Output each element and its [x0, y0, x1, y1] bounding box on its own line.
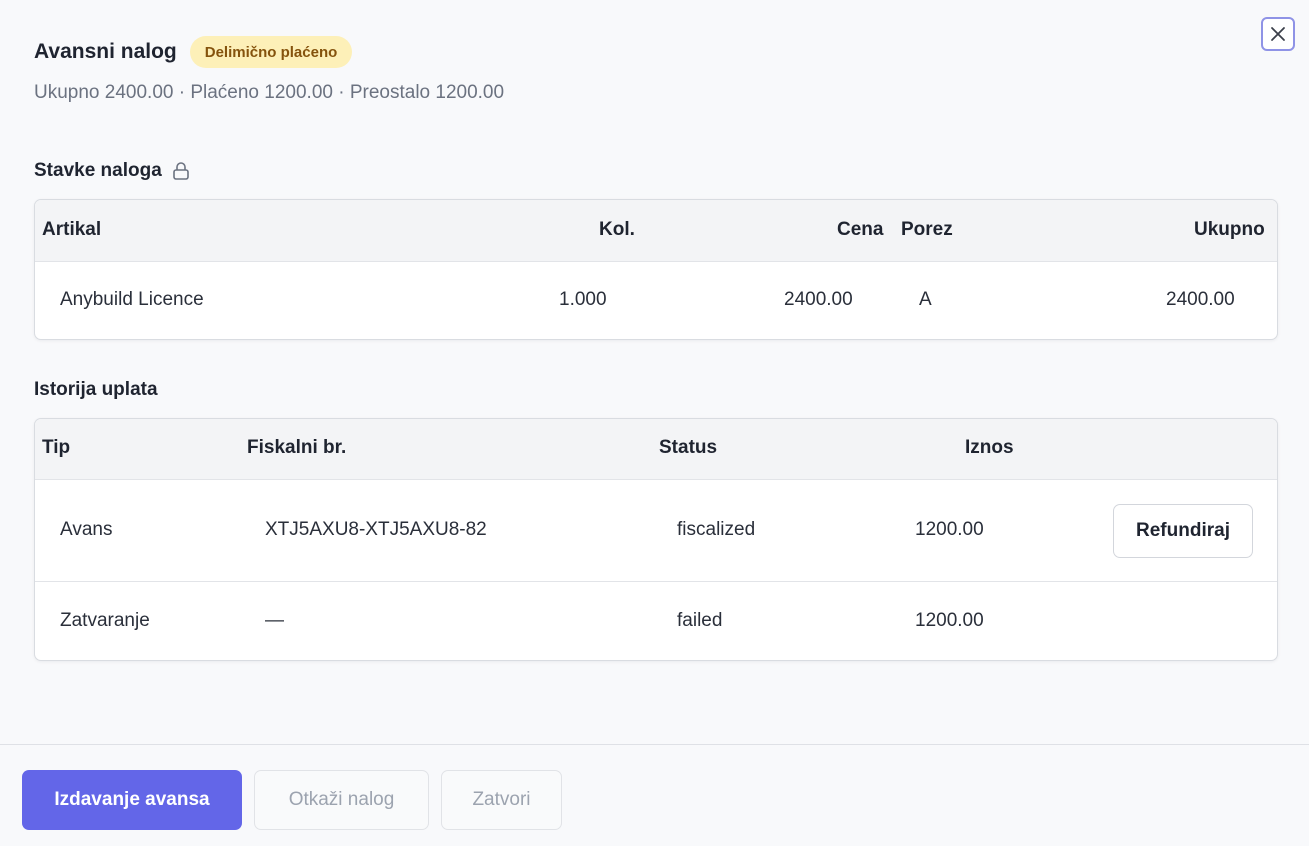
cell-status: failed	[677, 610, 723, 631]
table-row: Zatvaranje — failed 1200.00	[35, 582, 1277, 660]
col-total: Ukupno	[1194, 219, 1265, 240]
col-status: Status	[659, 437, 718, 458]
cell-amount: 1200.00	[915, 610, 984, 631]
cell-total: 2400.00	[1166, 289, 1235, 310]
payments-section-title: Istorija uplata	[34, 379, 158, 401]
items-table-header: Artikal Kol. Cena Porez Ukupno	[35, 200, 1277, 262]
cell-tax: A	[919, 289, 932, 310]
payments-table-header: Tip Fiskalni br. Status Iznos	[35, 419, 1277, 480]
close-dialog-button[interactable]: Zatvori	[441, 770, 562, 830]
payment-summary: Ukupno 2400.00 · Plaćeno 1200.00 · Preos…	[34, 82, 505, 103]
cell-type: Zatvaranje	[60, 610, 150, 631]
cell-fiscal-no: XTJ5AXU8-XTJ5AXU8-82	[265, 519, 487, 540]
cell-price: 2400.00	[784, 289, 853, 310]
table-row: Avans XTJ5AXU8-XTJ5AXU8-82 fiscalized 12…	[35, 480, 1277, 582]
close-icon	[1271, 27, 1285, 41]
close-button[interactable]	[1261, 17, 1295, 51]
cell-article: Anybuild Licence	[60, 289, 204, 310]
advance-order-dialog: Avansni nalog Delimično plaćeno Ukupno 2…	[0, 0, 1309, 846]
items-section-title: Stavke naloga	[34, 160, 190, 182]
cell-type: Avans	[60, 519, 113, 540]
col-tax: Porez	[901, 219, 953, 240]
dialog-footer: Izdavanje avansa Otkaži nalog Zatvori	[0, 744, 1309, 846]
payments-section-label: Istorija uplata	[34, 379, 158, 400]
lock-icon	[172, 161, 190, 181]
items-section-label: Stavke naloga	[34, 160, 162, 181]
cell-qty: 1.000	[559, 289, 607, 310]
col-qty: Kol.	[599, 219, 635, 240]
refund-button[interactable]: Refundiraj	[1113, 504, 1253, 558]
items-table: Artikal Kol. Cena Porez Ukupno Anybuild …	[34, 199, 1278, 340]
dialog-header: Avansni nalog Delimično plaćeno	[34, 36, 353, 68]
col-type: Tip	[42, 437, 71, 458]
table-row: Anybuild Licence 1.000 2400.00 A 2400.00	[35, 262, 1277, 339]
payments-table: Tip Fiskalni br. Status Iznos Avans XTJ5…	[34, 418, 1278, 661]
issue-advance-button[interactable]: Izdavanje avansa	[22, 770, 242, 830]
cancel-order-button[interactable]: Otkaži nalog	[254, 770, 429, 830]
col-amount: Iznos	[965, 437, 1014, 458]
cell-amount: 1200.00	[915, 519, 984, 540]
cell-fiscal-no: —	[265, 610, 284, 631]
dialog-title: Avansni nalog	[34, 40, 177, 63]
col-price: Cena	[837, 219, 884, 240]
col-article: Artikal	[42, 219, 102, 240]
cell-status: fiscalized	[677, 519, 756, 540]
status-badge: Delimično plaćeno	[189, 36, 353, 68]
col-fiscal-no: Fiskalni br.	[247, 437, 347, 458]
